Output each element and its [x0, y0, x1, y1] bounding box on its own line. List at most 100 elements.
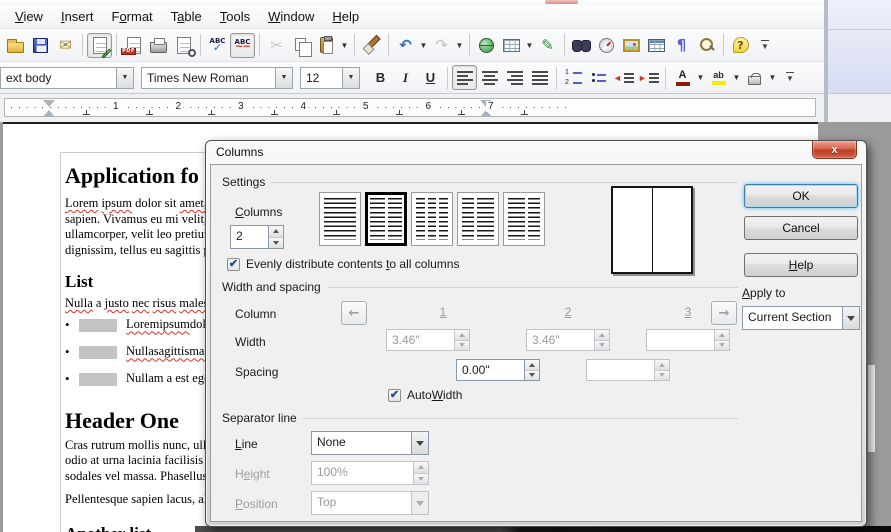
- horizontal-ruler[interactable]: 1234567: [4, 98, 816, 117]
- paste-button[interactable]: [314, 33, 339, 58]
- chevron-down-icon[interactable]: [411, 432, 428, 454]
- save-button[interactable]: [28, 33, 53, 58]
- undo-button[interactable]: ↶: [393, 33, 418, 58]
- font-size-combo[interactable]: 12 ▼: [300, 67, 360, 89]
- tab-stop-marker[interactable]: [146, 110, 153, 115]
- format-paintbrush-icon: [361, 35, 382, 56]
- font-color-button[interactable]: A: [670, 65, 695, 90]
- ok-button[interactable]: OK: [744, 184, 858, 208]
- tab-stop-marker[interactable]: [521, 110, 528, 115]
- cancel-button[interactable]: Cancel: [744, 216, 858, 240]
- numbered-list-button[interactable]: 12: [561, 65, 586, 90]
- line-style-dropdown[interactable]: None: [311, 431, 429, 455]
- insert-table-button[interactable]: [499, 33, 524, 58]
- separator-line-group-caption: Separator line: [222, 411, 738, 425]
- previous-column-button[interactable]: ←: [341, 301, 367, 325]
- export-pdf-button[interactable]: PDF: [121, 33, 146, 58]
- apply-to-dropdown[interactable]: Current Section: [742, 306, 860, 330]
- tab-stop-marker[interactable]: [83, 110, 90, 115]
- tab-stop-marker[interactable]: [396, 110, 403, 115]
- menu-insert[interactable]: Insert: [52, 6, 103, 27]
- left-indent-marker[interactable]: [43, 100, 55, 117]
- column-preset-4[interactable]: [457, 192, 499, 246]
- menu-window[interactable]: Window: [259, 6, 323, 27]
- highlighting-dropdown[interactable]: ▼: [731, 65, 742, 90]
- align-left-button[interactable]: [452, 65, 477, 90]
- page-preview-button[interactable]: [171, 33, 196, 58]
- copy-button[interactable]: [289, 33, 314, 58]
- menu-view[interactable]: View: [6, 6, 52, 27]
- insert-table-dropdown[interactable]: ▼: [524, 33, 535, 58]
- menu-tools[interactable]: Tools: [211, 6, 259, 27]
- justify-button[interactable]: [527, 65, 552, 90]
- navigator-button[interactable]: [594, 33, 619, 58]
- print-button[interactable]: [146, 33, 171, 58]
- column-preset-5[interactable]: [503, 192, 545, 246]
- data-sources-icon: [646, 35, 667, 56]
- formatting-marks-button[interactable]: ¶: [669, 33, 694, 58]
- field-shading-box: [79, 346, 117, 359]
- decrease-indent-button[interactable]: ◄: [611, 65, 636, 90]
- paste-dropdown[interactable]: ▼: [339, 33, 350, 58]
- font-color-dropdown[interactable]: ▼: [695, 65, 706, 90]
- draw-functions-button[interactable]: ✎: [535, 33, 560, 58]
- close-icon: x: [831, 144, 837, 156]
- help-button[interactable]: Help: [744, 253, 858, 277]
- open-button[interactable]: [3, 33, 28, 58]
- undo-dropdown[interactable]: ▼: [418, 33, 429, 58]
- chevron-down-icon[interactable]: ▼: [116, 68, 133, 88]
- help-button[interactable]: ?: [728, 33, 753, 58]
- italic-button[interactable]: I: [393, 65, 418, 90]
- menu-help[interactable]: Help: [323, 6, 368, 27]
- redo-dropdown: ▼: [454, 33, 465, 58]
- tab-stop-marker[interactable]: [458, 110, 465, 115]
- font-name-combo[interactable]: Times New Roman ▼: [141, 67, 293, 89]
- toolbar-overflow-button[interactable]: ▼: [759, 33, 771, 58]
- autowidth-checkbox[interactable]: ✔ AutoWidth: [388, 388, 462, 402]
- format-paintbrush-button[interactable]: [359, 33, 384, 58]
- column-preset-3[interactable]: [411, 192, 453, 246]
- ruler-number: 6: [424, 101, 434, 112]
- close-button[interactable]: x: [812, 141, 857, 159]
- data-sources-button[interactable]: [644, 33, 669, 58]
- menu-table[interactable]: Table: [162, 6, 211, 27]
- background-color-dropdown[interactable]: ▼: [767, 65, 778, 90]
- tab-stop-marker[interactable]: [208, 110, 215, 115]
- column-preset-2[interactable]: [365, 192, 407, 246]
- chevron-down-icon[interactable]: ▼: [275, 68, 292, 88]
- paragraph-style-combo[interactable]: ext body ▼: [0, 67, 134, 89]
- highlighting-button[interactable]: ab: [706, 65, 731, 90]
- menu-format[interactable]: Format: [102, 6, 161, 27]
- edit-file-button[interactable]: [87, 33, 112, 58]
- find-replace-button[interactable]: [569, 33, 594, 58]
- hyperlink-button[interactable]: [474, 33, 499, 58]
- width-label: Width: [235, 335, 266, 349]
- evenly-distribute-checkbox[interactable]: ✔ Evenly distribute contents to all colu…: [227, 257, 459, 271]
- email-button[interactable]: ✉: [53, 33, 78, 58]
- spacing-1-spinner[interactable]: 0.00": [456, 359, 540, 381]
- zoom-button[interactable]: [694, 33, 719, 58]
- column-number-1: 1: [423, 305, 463, 319]
- bold-button[interactable]: B: [368, 65, 393, 90]
- align-left-icon: [457, 71, 473, 85]
- background-color-button[interactable]: [742, 65, 767, 90]
- autospellcheck-button[interactable]: ABC~~: [230, 33, 255, 58]
- bullet-list-button[interactable]: [586, 65, 611, 90]
- tab-stop-marker[interactable]: [271, 110, 278, 115]
- tab-stop-marker[interactable]: [333, 110, 340, 115]
- next-column-button[interactable]: →: [711, 301, 737, 325]
- toolbar-overflow-button[interactable]: ▼: [784, 65, 796, 90]
- chevron-down-icon[interactable]: [842, 307, 859, 329]
- column-preset-1[interactable]: [319, 192, 361, 246]
- columns-count-spinner[interactable]: 2: [230, 225, 284, 249]
- align-right-button[interactable]: [502, 65, 527, 90]
- field-shading-box: [79, 319, 117, 332]
- gallery-button[interactable]: [619, 33, 644, 58]
- increase-indent-button[interactable]: ►: [636, 65, 661, 90]
- chevron-down-icon[interactable]: ▼: [342, 68, 359, 88]
- spin-up-icon: [595, 330, 609, 340]
- toolbar-separator: [469, 34, 470, 56]
- spellcheck-button[interactable]: ABC✓: [205, 33, 230, 58]
- underline-button[interactable]: U: [418, 65, 443, 90]
- align-center-button[interactable]: [477, 65, 502, 90]
